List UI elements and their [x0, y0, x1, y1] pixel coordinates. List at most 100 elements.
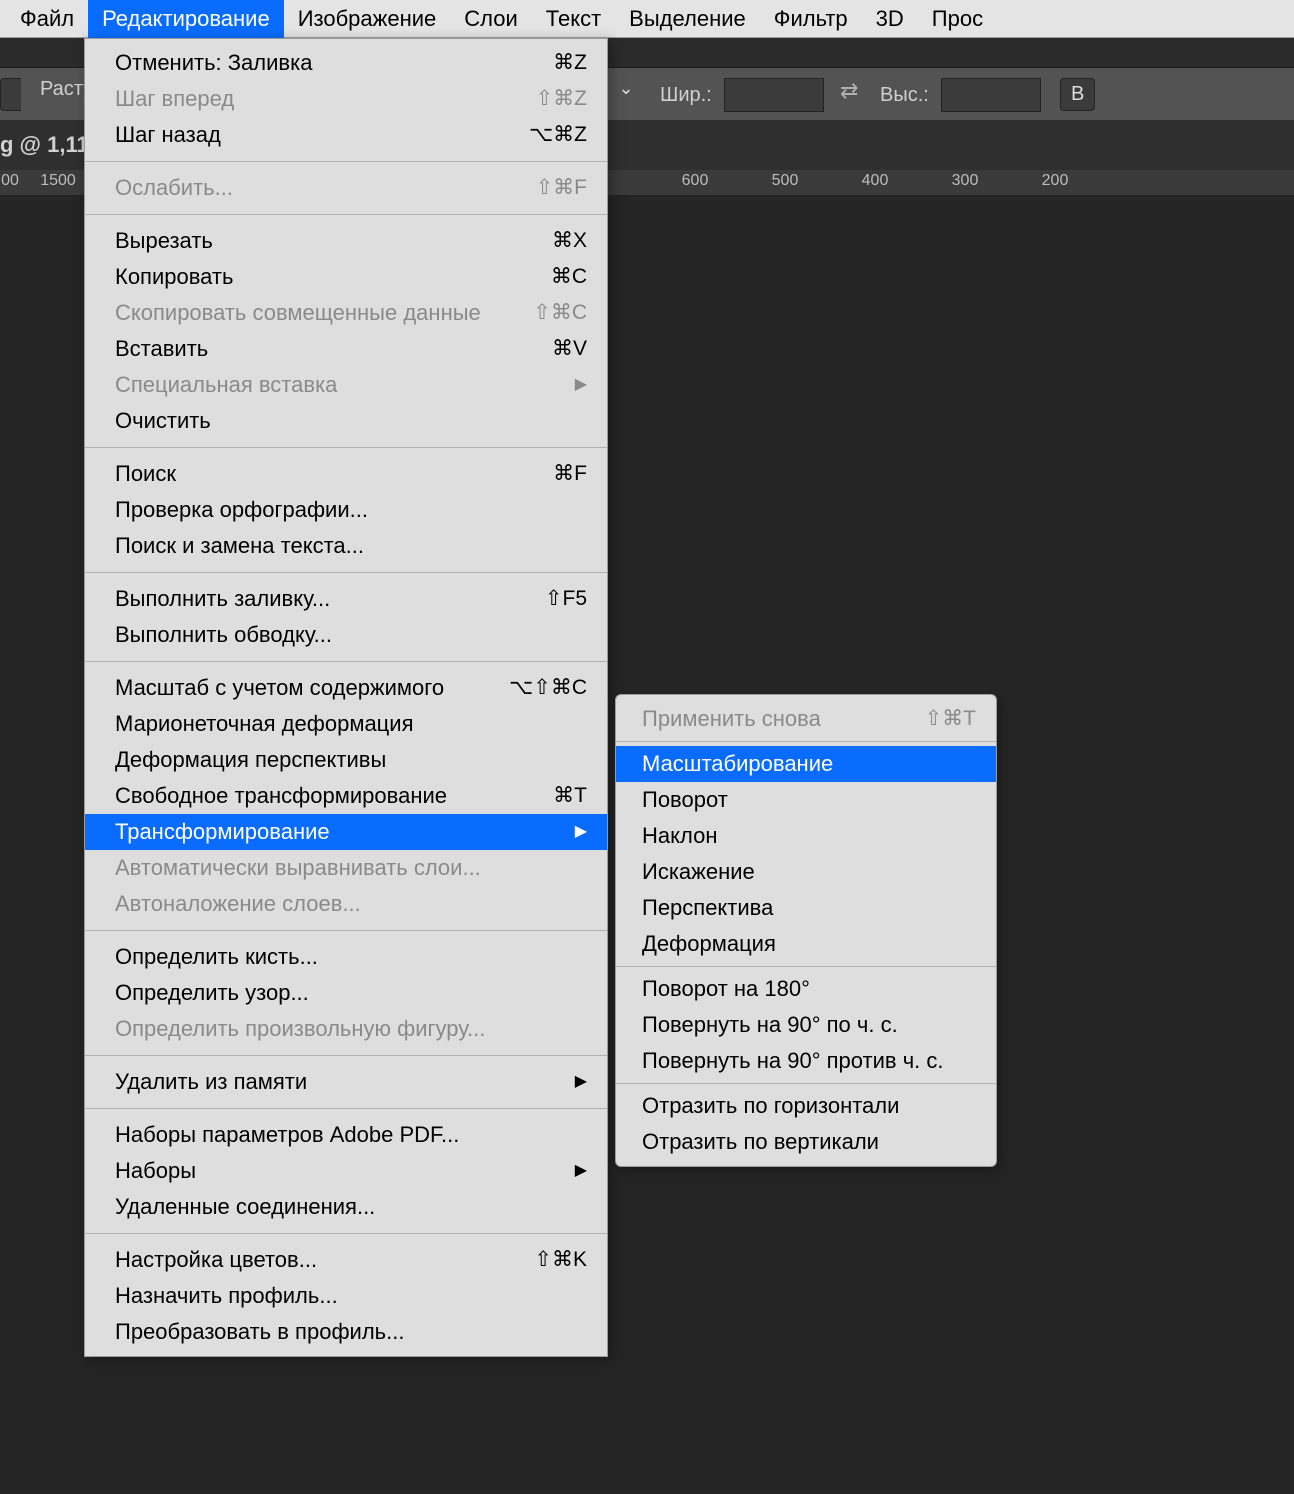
shortcut-label: ⌥⇧⌘C [509, 673, 587, 703]
menu-separator [85, 661, 607, 662]
menuitem-copy[interactable]: Копировать⌘C [85, 259, 607, 295]
menu-separator [85, 1055, 607, 1056]
menu-separator [616, 966, 996, 967]
menu-edit[interactable]: Редактирование [88, 0, 284, 38]
shortcut-label: ⌘V [552, 334, 587, 364]
menuitem-fill[interactable]: Выполнить заливку...⇧F5 [85, 581, 607, 617]
menuitem-adobe-pdf-presets[interactable]: Наборы параметров Adobe PDF... [85, 1117, 607, 1153]
menuitem-check-spelling[interactable]: Проверка орфографии... [85, 492, 607, 528]
menuitem-paste[interactable]: Вставить⌘V [85, 331, 607, 367]
menuitem-convert-to-profile[interactable]: Преобразовать в профиль... [85, 1314, 607, 1350]
menuitem-define-custom-shape: Определить произвольную фигуру... [85, 1011, 607, 1047]
menuitem-purge[interactable]: Удалить из памяти▶ [85, 1064, 607, 1100]
menuitem-define-pattern[interactable]: Определить узор... [85, 975, 607, 1011]
menu-view[interactable]: Прос [918, 0, 997, 38]
menu-separator [85, 1233, 607, 1234]
opt-dropdown-chevron-icon[interactable]: ⌄ [618, 78, 634, 99]
shortcut-label: ⌘Z [553, 48, 587, 78]
menu-separator [85, 214, 607, 215]
transform-submenu: Применить снова⇧⌘T Масштабирование Повор… [615, 694, 997, 1167]
opt-height-field[interactable] [941, 78, 1041, 112]
ruler-tick-label: 400 [862, 172, 889, 190]
menuitem-free-transform[interactable]: Свободное трансформирование⌘T [85, 778, 607, 814]
menuitem-find-replace-text[interactable]: Поиск и замена текста... [85, 528, 607, 564]
menuitem-perspective-warp[interactable]: Деформация перспективы [85, 742, 607, 778]
menuitem-copy-merged: Скопировать совмещенные данные⇧⌘C [85, 295, 607, 331]
ruler-tick-label: 00 [1, 172, 19, 190]
shortcut-label: ⌘X [552, 226, 587, 256]
ruler-tick-label: 1500 [40, 172, 76, 190]
menu-separator [85, 1108, 607, 1109]
ruler-tick-label: 300 [952, 172, 979, 190]
menuitem-remote-connections[interactable]: Удаленные соединения... [85, 1189, 607, 1225]
submenu-warp[interactable]: Деформация [616, 926, 996, 962]
menu-selection[interactable]: Выделение [615, 0, 760, 38]
submenu-arrow-icon: ▶ [575, 1067, 587, 1097]
shortcut-label: ⇧⌘C [533, 298, 587, 328]
submenu-arrow-icon: ▶ [575, 817, 587, 847]
submenu-perspective[interactable]: Перспектива [616, 890, 996, 926]
menuitem-puppet-warp[interactable]: Марионеточная деформация [85, 706, 607, 742]
shortcut-label: ⌘C [551, 262, 587, 292]
menu-separator [616, 1083, 996, 1084]
submenu-arrow-icon: ▶ [575, 370, 587, 400]
submenu-apply-again: Применить снова⇧⌘T [616, 701, 996, 737]
menubar: Файл Редактирование Изображение Слои Тек… [0, 0, 1294, 38]
menu-layers[interactable]: Слои [450, 0, 532, 38]
submenu-flip-vertical[interactable]: Отразить по вертикали [616, 1124, 996, 1160]
submenu-rotate[interactable]: Поворот [616, 782, 996, 818]
submenu-skew[interactable]: Наклон [616, 818, 996, 854]
menuitem-auto-blend-layers: Автоналожение слоев... [85, 886, 607, 922]
menu-filter[interactable]: Фильтр [760, 0, 862, 38]
menu-file[interactable]: Файл [6, 0, 88, 38]
opt-left-seg[interactable] [0, 78, 21, 111]
submenu-arrow-icon: ▶ [575, 1156, 587, 1186]
menuitem-undo[interactable]: Отменить: Заливка⌘Z [85, 45, 607, 81]
menuitem-define-brush[interactable]: Определить кисть... [85, 939, 607, 975]
submenu-distort[interactable]: Искажение [616, 854, 996, 890]
ruler-tick-label: 500 [772, 172, 799, 190]
submenu-flip-horizontal[interactable]: Отразить по горизонтали [616, 1088, 996, 1124]
menuitem-stroke[interactable]: Выполнить обводку... [85, 617, 607, 653]
menuitem-content-aware-scale[interactable]: Масштаб с учетом содержимого⌥⇧⌘C [85, 670, 607, 706]
menu-separator [85, 572, 607, 573]
menu-separator [85, 930, 607, 931]
opt-width-label: Шир.: [660, 84, 712, 107]
menuitem-presets[interactable]: Наборы▶ [85, 1153, 607, 1189]
menuitem-search[interactable]: Поиск⌘F [85, 456, 607, 492]
shortcut-label: ⇧F5 [545, 584, 587, 614]
shortcut-label: ⇧⌘F [536, 173, 587, 203]
menu-3d[interactable]: 3D [862, 0, 918, 38]
submenu-rotate-90ccw[interactable]: Повернуть на 90° против ч. с. [616, 1043, 996, 1079]
ruler-tick-label: 600 [682, 172, 709, 190]
menu-separator [616, 741, 996, 742]
menuitem-assign-profile[interactable]: Назначить профиль... [85, 1278, 607, 1314]
submenu-rotate-180[interactable]: Поворот на 180° [616, 971, 996, 1007]
menuitem-step-backward[interactable]: Шаг назад⌥⌘Z [85, 117, 607, 153]
menuitem-paste-special: Специальная вставка▶ [85, 367, 607, 403]
shortcut-label: ⇧⌘K [534, 1245, 587, 1275]
menu-text[interactable]: Текст [532, 0, 615, 38]
edit-menu-dropdown: Отменить: Заливка⌘Z Шаг вперед⇧⌘Z Шаг на… [84, 38, 608, 1357]
shortcut-label: ⌥⌘Z [529, 120, 587, 150]
menuitem-transform[interactable]: Трансформирование▶ [85, 814, 607, 850]
menu-separator [85, 447, 607, 448]
shortcut-label: ⌘T [553, 781, 587, 811]
menuitem-auto-align-layers: Автоматически выравнивать слои... [85, 850, 607, 886]
menuitem-fade: Ослабить...⇧⌘F [85, 170, 607, 206]
menuitem-cut[interactable]: Вырезать⌘X [85, 223, 607, 259]
opt-right-button[interactable]: В [1060, 78, 1095, 111]
menuitem-step-forward: Шаг вперед⇧⌘Z [85, 81, 607, 117]
opt-height-label: Выс.: [880, 84, 929, 107]
opt-width-field[interactable] [724, 78, 824, 112]
submenu-scale[interactable]: Масштабирование [616, 746, 996, 782]
shortcut-label: ⇧⌘Z [536, 84, 587, 114]
ruler-tick-label: 200 [1042, 172, 1069, 190]
menu-image[interactable]: Изображение [284, 0, 451, 38]
swap-icon[interactable]: ⇄ [840, 78, 858, 104]
submenu-rotate-90cw[interactable]: Повернуть на 90° по ч. с. [616, 1007, 996, 1043]
shortcut-label: ⇧⌘T [925, 704, 976, 734]
menuitem-clear[interactable]: Очистить [85, 403, 607, 439]
menuitem-color-settings[interactable]: Настройка цветов...⇧⌘K [85, 1242, 607, 1278]
shortcut-label: ⌘F [553, 459, 587, 489]
